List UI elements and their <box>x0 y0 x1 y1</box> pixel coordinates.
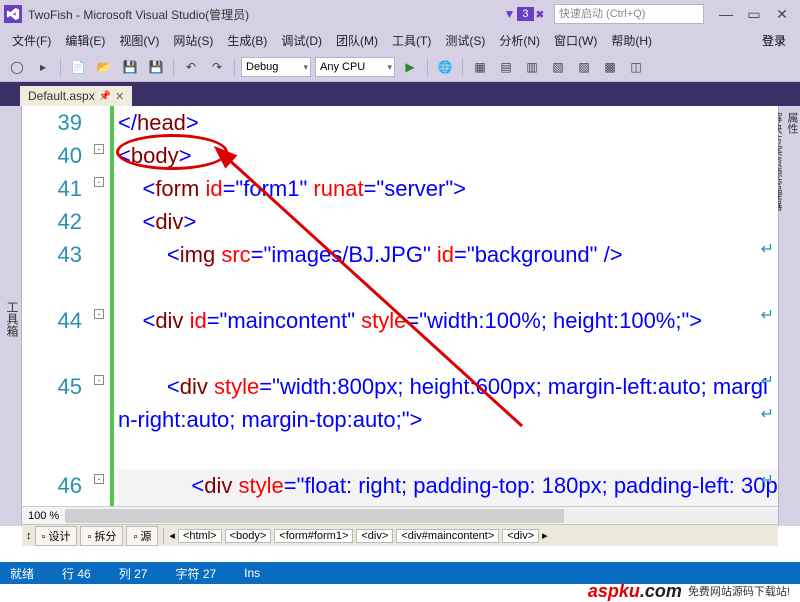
fold-box-icon[interactable]: - <box>94 177 104 187</box>
tool-icon-2[interactable]: ▤ <box>495 56 517 78</box>
view-arrow-icon[interactable]: ↕ <box>26 530 32 542</box>
save-icon[interactable]: 💾 <box>119 56 141 78</box>
toolbox-panel-collapsed[interactable]: 工具箱 <box>0 106 22 526</box>
right-panels-collapsed: 属性 解决方案资源管理器 团队资源管理器 <box>778 106 800 526</box>
wrap-arrow-icon: ↵ <box>761 370 774 394</box>
fold-box-icon[interactable]: - <box>94 309 104 319</box>
menu-help[interactable]: 帮助(H) <box>605 30 658 51</box>
code-editor[interactable]: 39 40 41 42 43 44 45 46 - - - - - </head… <box>22 106 778 546</box>
minimize-button[interactable]: — <box>712 4 740 24</box>
login-button[interactable]: 登录 <box>754 30 794 51</box>
status-ready: 就绪 <box>10 565 34 582</box>
menu-window[interactable]: 窗口(W) <box>548 30 603 51</box>
status-ins: Ins <box>244 566 260 580</box>
menu-view[interactable]: 视图(V) <box>113 30 165 51</box>
fold-box-icon[interactable]: - <box>94 474 104 484</box>
breadcrumb-item[interactable]: <div> <box>356 529 393 543</box>
status-char: 字符 27 <box>175 565 216 582</box>
breadcrumb-item[interactable]: <html> <box>178 529 222 543</box>
crumb-left-icon[interactable]: ◂ <box>169 529 175 542</box>
menu-debug[interactable]: 调试(D) <box>275 30 328 51</box>
quick-launch-input[interactable]: 快速启动 (Ctrl+Q) <box>554 4 704 24</box>
config-dropdown[interactable]: Debug <box>241 57 311 77</box>
notification-badge[interactable]: 3 <box>517 7 533 21</box>
tool-icon-1[interactable]: ▦ <box>469 56 491 78</box>
wrap-arrow-icon: ↵ <box>761 304 774 328</box>
browser-icon[interactable]: 🌐 <box>434 56 456 78</box>
notification-icon[interactable]: 🞮 <box>536 7 544 22</box>
platform-dropdown[interactable]: Any CPU <box>315 57 395 77</box>
toolbar: ◯ ▸ 📄 📂 💾 💾 ↶ ↷ Debug Any CPU ▶ 🌐 ▦ ▤ ▥ … <box>0 52 800 82</box>
status-line: 行 46 <box>62 565 91 582</box>
vs-logo-icon <box>4 5 22 23</box>
annotation-arrow <box>172 146 532 436</box>
start-debug-button[interactable]: ▶ <box>399 56 421 78</box>
zoom-row: 100 % <box>22 506 778 524</box>
tool-icon-5[interactable]: ▨ <box>573 56 595 78</box>
menu-edit[interactable]: 编辑(E) <box>59 30 111 51</box>
redo-icon[interactable]: ↷ <box>206 56 228 78</box>
breadcrumb-item[interactable]: <div#maincontent> <box>396 529 499 543</box>
window-title: TwoFish - Microsoft Visual Studio(管理员) <box>28 6 249 23</box>
nav-back-icon[interactable]: ◯ <box>6 56 28 78</box>
tool-icon-7[interactable]: ◫ <box>625 56 647 78</box>
close-button[interactable]: ✕ <box>768 4 796 24</box>
menu-build[interactable]: 生成(B) <box>221 30 273 51</box>
breadcrumb-item[interactable]: <form#form1> <box>274 529 353 543</box>
save-all-icon[interactable]: 💾 <box>145 56 167 78</box>
menu-website[interactable]: 网站(S) <box>167 30 219 51</box>
design-view-button[interactable]: ▫ 设计 <box>35 526 78 546</box>
h-scrollbar[interactable] <box>66 509 778 523</box>
fold-box-icon[interactable]: - <box>94 144 104 154</box>
menu-bar: 文件(F) 编辑(E) 视图(V) 网站(S) 生成(B) 调试(D) 团队(M… <box>0 28 800 52</box>
split-view-button[interactable]: ▫ 拆分 <box>80 526 123 546</box>
title-bar: TwoFish - Microsoft Visual Studio(管理员) ▼… <box>0 0 800 28</box>
flag-icon[interactable]: ▼ <box>504 7 516 21</box>
zoom-level[interactable]: 100 % <box>22 510 66 522</box>
nav-fwd-icon[interactable]: ▸ <box>32 56 54 78</box>
watermark: aspku.com 免费网站源码下载站! <box>588 580 790 602</box>
menu-analyze[interactable]: 分析(N) <box>493 30 546 51</box>
view-bar: ↕ ▫ 设计 ▫ 拆分 ▫ 源 ◂ <html> <body> <form#fo… <box>22 524 778 546</box>
tool-icon-6[interactable]: ▩ <box>599 56 621 78</box>
fold-box-icon[interactable]: - <box>94 375 104 385</box>
tab-label: Default.aspx <box>28 89 95 103</box>
menu-tools[interactable]: 工具(T) <box>386 30 437 51</box>
change-marker <box>110 106 114 506</box>
document-tabstrip: Default.aspx 📌 ✕ <box>0 82 800 106</box>
open-icon[interactable]: 📂 <box>93 56 115 78</box>
breadcrumb-item[interactable]: <div> <box>502 529 539 543</box>
tab-close-icon[interactable]: ✕ <box>115 90 124 103</box>
crumb-right-icon[interactable]: ▸ <box>542 529 548 542</box>
breadcrumb-item[interactable]: <body> <box>225 529 272 543</box>
wrap-arrow-icon: ↵ <box>761 502 774 506</box>
menu-team[interactable]: 团队(M) <box>330 30 384 51</box>
menu-file[interactable]: 文件(F) <box>6 30 57 51</box>
wrap-arrow-icon: ↵ <box>761 238 774 262</box>
new-file-icon[interactable]: 📄 <box>67 56 89 78</box>
status-col: 列 27 <box>119 565 148 582</box>
tool-icon-4[interactable]: ▧ <box>547 56 569 78</box>
maximize-button[interactable]: ▭ <box>740 4 768 24</box>
menu-test[interactable]: 测试(S) <box>439 30 491 51</box>
line-number-gutter: 39 40 41 42 43 44 45 46 <box>22 106 94 506</box>
undo-icon[interactable]: ↶ <box>180 56 202 78</box>
wrap-arrow-icon: ↵ <box>761 403 774 427</box>
tab-default-aspx[interactable]: Default.aspx 📌 ✕ <box>20 86 132 106</box>
pin-icon[interactable]: 📌 <box>99 91 111 102</box>
source-view-button[interactable]: ▫ 源 <box>126 526 158 546</box>
wrap-arrow-icon: ↵ <box>761 469 774 493</box>
properties-panel[interactable]: 属性 <box>784 112 800 512</box>
tool-icon-3[interactable]: ▥ <box>521 56 543 78</box>
